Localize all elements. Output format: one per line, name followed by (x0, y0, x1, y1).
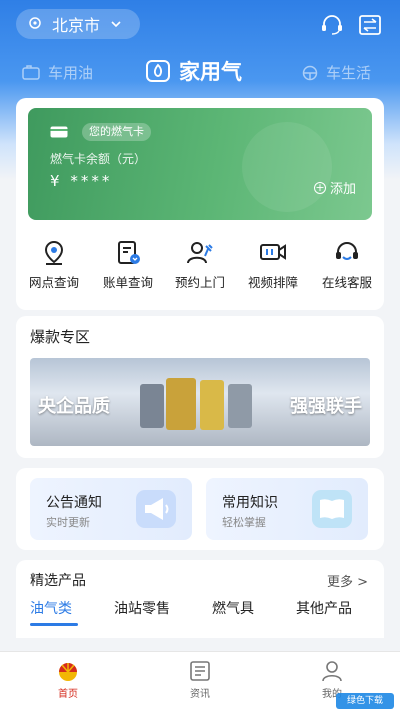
video-icon (260, 244, 286, 260)
bottom-nav: 首页 资讯 我的 绿色下载 (0, 651, 400, 711)
card-tag: 您的燃气卡 (82, 123, 151, 141)
announcement-card[interactable]: 公告通知 实时更新 (30, 478, 192, 540)
quick-actions: 网点查询 账单查询 预约上门 视频排障 在线客服 (16, 240, 384, 300)
promo-banner[interactable]: 央企品质 强强联手 (30, 358, 370, 446)
headset-icon (336, 242, 358, 260)
more-link[interactable]: 更多 > (327, 571, 368, 590)
balance-label: 燃气卡余额（元） (50, 152, 147, 166)
quick-action-appointment[interactable]: 预约上门 (165, 240, 235, 291)
card-decoration (242, 122, 332, 212)
banner-text-left: 央企品质 (38, 396, 110, 417)
tab-gas-appliances[interactable]: 燃气具 (212, 598, 254, 618)
bill-icon (118, 241, 140, 264)
quick-action-online-service[interactable]: 在线客服 (312, 240, 382, 291)
balance-value: ¥ **** (50, 172, 113, 190)
oil-product-image (166, 378, 196, 430)
book-icon (312, 490, 352, 528)
info-card-subtitle: 轻松掌握 (222, 516, 266, 529)
oil-product-image (228, 384, 252, 428)
quick-action-bill-search[interactable]: 账单查询 (93, 240, 163, 291)
tab-other-products[interactable]: 其他产品 (296, 598, 352, 618)
service-tabs: 车用油 家用气 车生活 (0, 56, 400, 90)
info-card-subtitle: 实时更新 (46, 516, 90, 529)
switch-icon[interactable] (358, 14, 382, 36)
steering-wheel-icon (302, 65, 318, 80)
news-icon (190, 661, 210, 681)
info-card-title: 公告通知 (46, 495, 102, 511)
location-pin-icon (29, 17, 41, 29)
location-icon (44, 240, 64, 265)
nav-home[interactable]: 首页 (38, 660, 98, 700)
oil-product-image (140, 384, 164, 428)
products-title: 精选产品 (30, 573, 86, 589)
location-label: 北京市 (52, 16, 101, 35)
megaphone-icon (136, 490, 176, 528)
tab-vehicle-oil[interactable]: 车用油 (22, 62, 93, 83)
chevron-down-icon (111, 21, 121, 28)
profile-icon (322, 661, 342, 682)
info-card-title: 常用知识 (222, 495, 278, 511)
quick-action-video-troubleshoot[interactable]: 视频排障 (238, 240, 308, 291)
tab-household-gas[interactable]: 家用气 (145, 56, 242, 86)
tab-oil-gas[interactable]: 油气类 (30, 598, 72, 618)
plus-icon: + (313, 180, 326, 194)
watermark: 绿色下载 (336, 693, 394, 709)
gas-flame-icon (146, 60, 170, 82)
nav-news[interactable]: 资讯 (170, 660, 230, 700)
oil-product-image (200, 380, 224, 430)
customer-service-icon[interactable] (320, 14, 344, 36)
tab-car-life[interactable]: 车生活 (302, 62, 371, 83)
location-selector[interactable]: 北京市 (16, 9, 140, 39)
card-icon (50, 126, 68, 138)
knowledge-card[interactable]: 常用知识 轻松掌握 (206, 478, 368, 540)
appointment-icon (187, 242, 213, 264)
banner-text-right: 强强联手 (290, 396, 362, 417)
home-logo-icon (59, 663, 77, 681)
active-tab-indicator (30, 623, 78, 626)
top-bar: 北京市 (0, 6, 400, 40)
gas-card[interactable]: 您的燃气卡 燃气卡余额（元） ¥ **** + 添加 (28, 108, 372, 220)
add-card-button[interactable]: + 添加 (313, 178, 356, 197)
tab-station-retail[interactable]: 油站零售 (114, 598, 170, 618)
quick-action-outlet-search[interactable]: 网点查询 (19, 240, 89, 291)
hot-zone-title: 爆款专区 (30, 328, 91, 346)
oil-icon (22, 64, 40, 80)
